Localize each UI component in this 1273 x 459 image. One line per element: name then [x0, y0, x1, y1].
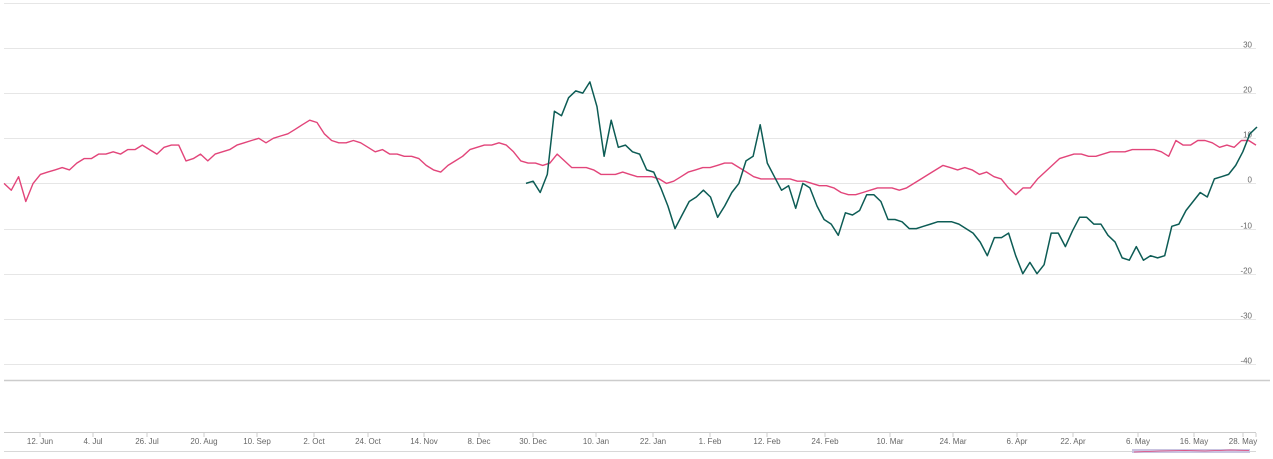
x-tick-label: 26. Jul — [135, 437, 159, 446]
x-tick-label: 28. May — [1229, 437, 1257, 446]
x-tick-label: 6. May — [1126, 437, 1150, 446]
chart-container: 30 20 10 0 -10 -20 -30 -40 12. Jun 4. Jul 26. Jul… — [0, 0, 1273, 454]
x-tick-label: 10. Jan — [583, 437, 609, 446]
grid-lines — [4, 3, 1270, 365]
x-tick-label: 10. Sep — [243, 437, 271, 446]
y-tick-label: -40 — [1240, 357, 1252, 366]
x-tick-label: 10. Mar — [876, 437, 903, 446]
series-line-teal — [525, 81, 1258, 275]
y-tick-label: -20 — [1240, 267, 1252, 276]
navigator-preview — [4, 449, 1256, 453]
x-axis-ticks: 12. Jun 4. Jul 26. Jul 20. Aug 10. Sep 2. Oct… — [27, 433, 1257, 446]
x-tick-label: 24. Mar — [939, 437, 966, 446]
x-tick-label: 14. Nov — [410, 437, 438, 446]
y-tick-label: 30 — [1243, 41, 1252, 50]
x-tick-label: 30. Dec — [519, 437, 547, 446]
x-tick-label: 1. Feb — [699, 437, 722, 446]
series-lines — [3, 81, 1258, 275]
x-tick-label: 16. May — [1180, 437, 1208, 446]
x-tick-label: 24. Feb — [811, 437, 839, 446]
x-tick-label: 8. Dec — [467, 437, 490, 446]
x-tick-label: 24. Oct — [355, 437, 382, 446]
y-tick-label: 0 — [1248, 176, 1253, 185]
x-tick-label: 6. Apr — [1007, 437, 1028, 446]
x-tick-label: 12. Feb — [753, 437, 781, 446]
x-tick-label: 22. Jan — [640, 437, 666, 446]
y-axis-ticks: 3020100-10-20-30-40 — [1240, 41, 1252, 366]
x-tick-label: 22. Apr — [1060, 437, 1086, 446]
y-tick-label: -10 — [1240, 222, 1252, 231]
x-tick-label: 12. Jun — [27, 437, 53, 446]
y-tick-label: -30 — [1240, 312, 1252, 321]
line-chart: 3020100-10-20-30-40 12. Jun 4. Jul 26. Jul… — [3, 3, 1270, 453]
x-tick-label: 20. Aug — [190, 437, 217, 446]
series-line-pink — [3, 119, 1257, 203]
x-tick-label: 4. Jul — [83, 437, 102, 446]
x-axis — [4, 379, 1270, 433]
y-tick-label: 20 — [1243, 86, 1252, 95]
x-tick-label: 2. Oct — [303, 437, 325, 446]
